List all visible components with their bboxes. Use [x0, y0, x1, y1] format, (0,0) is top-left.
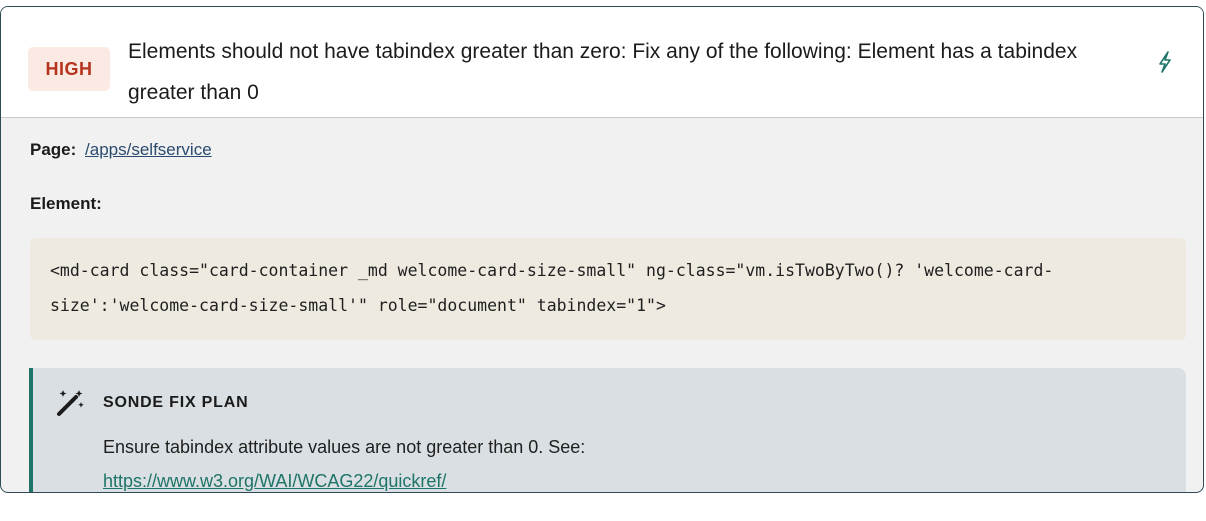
fix-plan-heading: SONDE FIX PLAN	[103, 394, 249, 411]
fix-plan-panel: SONDE FIX PLAN Ensure tabindex attribute…	[29, 368, 1186, 492]
issue-header: HIGH Elements should not have tabindex g…	[1, 7, 1203, 118]
page-row: Page: /apps/selfservice	[30, 140, 212, 160]
fix-plan-text: Ensure tabindex attribute values are not…	[103, 430, 1163, 492]
element-label: Element:	[30, 194, 102, 213]
severity-badge: HIGH	[28, 47, 110, 91]
issue-card: HIGH Elements should not have tabindex g…	[0, 6, 1204, 493]
fix-plan-description: Ensure tabindex attribute values are not…	[103, 437, 586, 457]
issue-title: Elements should not have tabindex greate…	[128, 40, 1078, 104]
lightning-bolt-icon[interactable]	[1154, 50, 1176, 74]
page-link[interactable]: /apps/selfservice	[85, 140, 212, 159]
fix-plan-link[interactable]: https://www.w3.org/WAI/WCAG22/quickref/	[103, 471, 446, 491]
page-label: Page:	[30, 140, 77, 159]
element-code: <md-card class="card-container _md welco…	[30, 238, 1186, 340]
magic-wand-icon	[53, 386, 87, 420]
